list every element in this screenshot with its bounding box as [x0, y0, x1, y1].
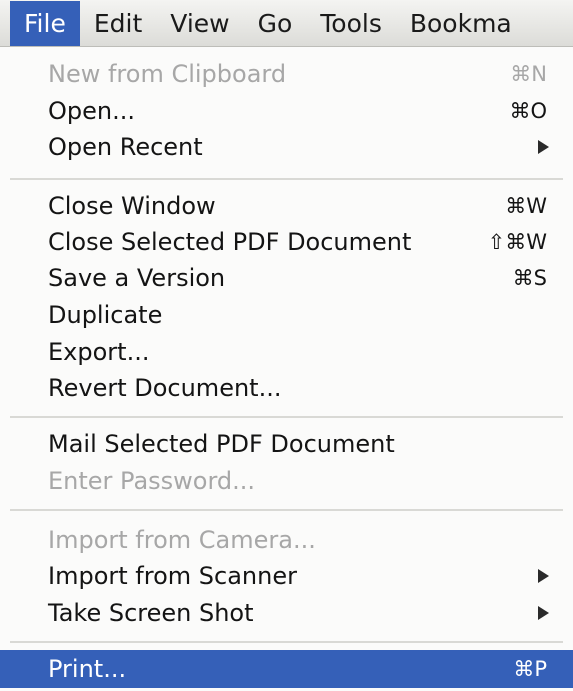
menu-item-mail-selected-pdf[interactable]: Mail Selected PDF Document: [0, 425, 573, 462]
shortcut-shift-cmd-w: ⇧⌘W: [487, 229, 547, 254]
menu-item-label: Print...: [48, 655, 127, 683]
menu-item-label: Export...: [48, 337, 150, 366]
menu-item-label: New from Clipboard: [48, 59, 287, 88]
menu-item-label: Duplicate: [48, 300, 163, 329]
menu-go[interactable]: Go: [244, 1, 307, 46]
menu-item-label: Close Window: [48, 191, 216, 220]
file-menu-dropdown: New from Clipboard ⌘N Open... ⌘O Open Re…: [0, 47, 573, 691]
menu-item-label: Enter Password...: [48, 466, 256, 495]
menu-item-import-from-camera: Import from Camera...: [0, 521, 573, 558]
menu-separator: [10, 416, 563, 418]
menu-item-close-selected-pdf[interactable]: Close Selected PDF Document ⇧⌘W: [0, 223, 573, 260]
menu-item-new-from-clipboard: New from Clipboard ⌘N: [0, 55, 573, 92]
menu-item-duplicate[interactable]: Duplicate: [0, 296, 573, 333]
menu-item-save-a-version[interactable]: Save a Version ⌘S: [0, 259, 573, 296]
menu-item-print[interactable]: Print... ⌘P: [0, 650, 573, 688]
menu-separator: [10, 641, 563, 643]
menu-item-enter-password: Enter Password...: [0, 462, 573, 499]
menu-item-close-window[interactable]: Close Window ⌘W: [0, 187, 573, 224]
menu-item-label: Open Recent: [48, 132, 203, 161]
menu-item-import-from-scanner[interactable]: Import from Scanner: [0, 557, 573, 594]
menu-item-open[interactable]: Open... ⌘O: [0, 92, 573, 129]
submenu-arrow-icon: [538, 139, 549, 154]
menu-item-label: Revert Document...: [48, 373, 282, 402]
menu-item-label: Close Selected PDF Document: [48, 227, 412, 256]
menu-separator: [10, 509, 563, 511]
menu-item-label: Open...: [48, 96, 135, 125]
menu-separator: [10, 178, 563, 180]
submenu-arrow-icon: [538, 568, 549, 583]
menu-item-open-recent[interactable]: Open Recent: [0, 128, 573, 165]
shortcut-cmd-w: ⌘W: [505, 193, 547, 218]
shortcut-cmd-o: ⌘O: [509, 98, 547, 123]
menu-view[interactable]: View: [156, 1, 243, 46]
menu-tools[interactable]: Tools: [306, 1, 396, 46]
menu-edit[interactable]: Edit: [80, 1, 156, 46]
menu-item-label: Save a Version: [48, 263, 226, 292]
menu-item-take-screen-shot[interactable]: Take Screen Shot: [0, 594, 573, 631]
menu-item-revert-document[interactable]: Revert Document...: [0, 369, 573, 406]
menu-item-label: Import from Scanner: [48, 561, 297, 590]
submenu-arrow-icon: [538, 605, 549, 620]
menu-item-label: Mail Selected PDF Document: [48, 429, 395, 458]
menu-item-label: Take Screen Shot: [48, 598, 254, 627]
menu-item-export[interactable]: Export...: [0, 333, 573, 370]
menu-bar: File Edit View Go Tools Bookma: [0, 0, 573, 47]
menu-file[interactable]: File: [10, 0, 80, 46]
shortcut-cmd-p: ⌘P: [513, 657, 547, 681]
menu-bookmarks[interactable]: Bookma: [396, 1, 526, 46]
shortcut-cmd-n: ⌘N: [510, 61, 547, 86]
menu-item-label: Import from Camera...: [48, 525, 316, 554]
shortcut-cmd-s: ⌘S: [512, 265, 547, 290]
